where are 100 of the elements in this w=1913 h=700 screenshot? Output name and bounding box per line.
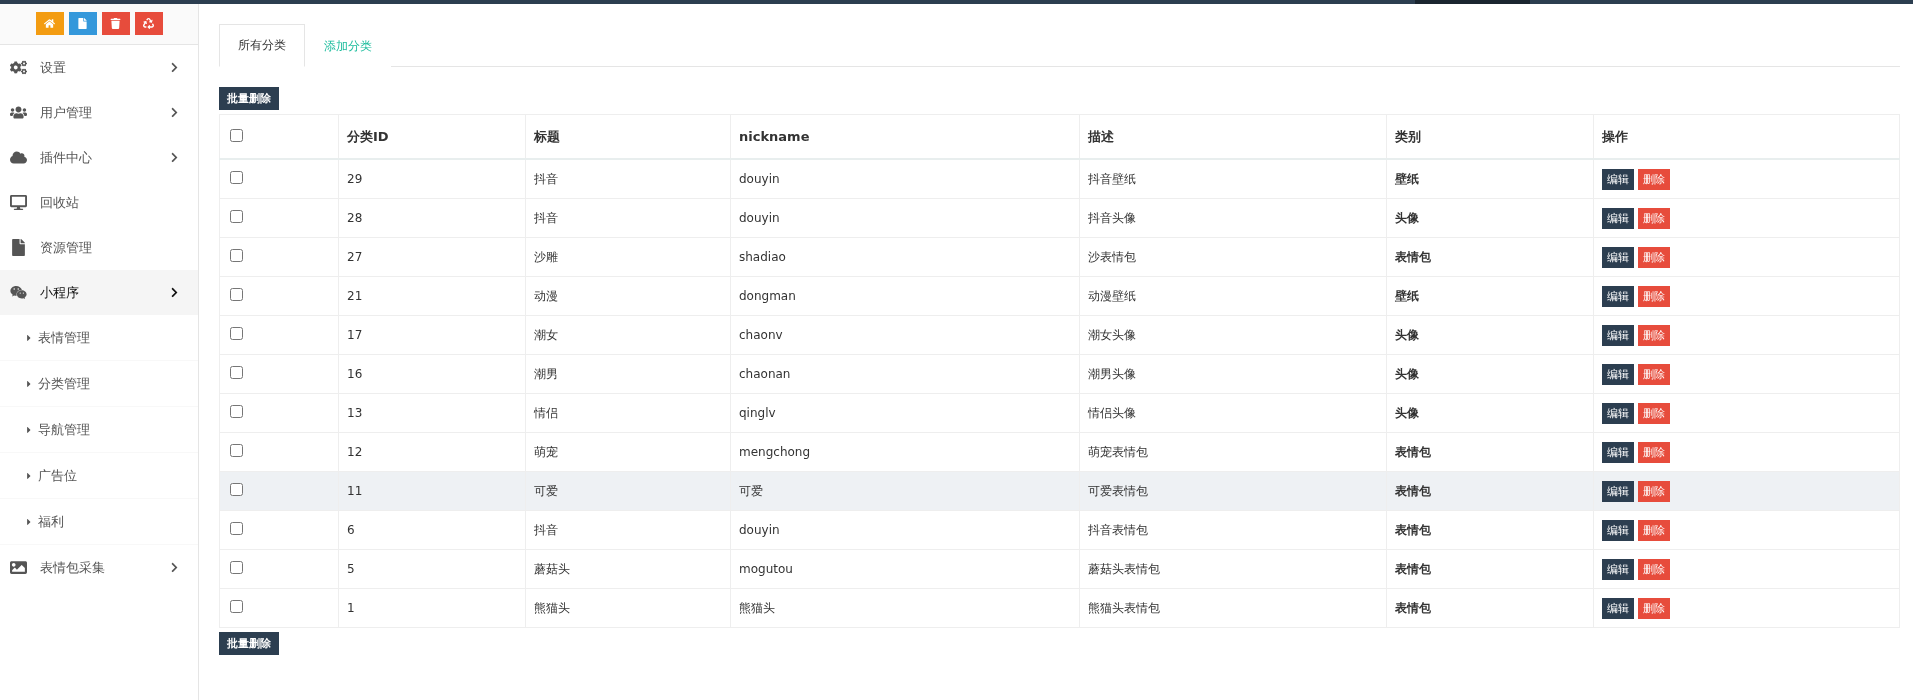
row-checkbox[interactable] xyxy=(230,522,243,535)
edit-button[interactable]: 编辑 xyxy=(1602,168,1634,190)
batch-delete-button[interactable]: 批量删除 xyxy=(219,87,279,110)
edit-button[interactable]: 编辑 xyxy=(1602,558,1634,580)
table-cell: 萌宠 xyxy=(525,432,731,472)
file-icon xyxy=(10,239,27,256)
table-cell: 抖音表情包 xyxy=(1079,510,1387,550)
delete-button[interactable]: 删除 xyxy=(1638,597,1670,619)
table-cell: 表情包 xyxy=(1386,432,1594,472)
delete-button[interactable]: 删除 xyxy=(1638,480,1670,502)
table-cell: 1 xyxy=(338,588,526,628)
row-checkbox[interactable] xyxy=(230,171,243,184)
delete-button[interactable]: 删除 xyxy=(1638,441,1670,463)
table-cell: 27 xyxy=(338,237,526,277)
table-cell: 5 xyxy=(338,549,526,589)
edit-button[interactable]: 编辑 xyxy=(1602,246,1634,268)
table-cell: 17 xyxy=(338,315,526,355)
select-all-checkbox[interactable] xyxy=(230,128,243,142)
edit-button[interactable]: 编辑 xyxy=(1602,285,1634,307)
delete-button[interactable]: 删除 xyxy=(1638,168,1670,190)
table-cell: 表情包 xyxy=(1386,588,1594,628)
table-cell: 可爱 xyxy=(525,471,731,511)
submenu-item[interactable]: 广告位 xyxy=(0,453,198,499)
row-checkbox[interactable] xyxy=(230,444,243,457)
table-cell: 表情包 xyxy=(1386,237,1594,277)
tab[interactable]: 所有分类 xyxy=(219,24,305,67)
table-cell: 头像 xyxy=(1386,315,1594,355)
table-cell: 壁纸 xyxy=(1386,276,1594,316)
edit-button[interactable]: 编辑 xyxy=(1602,207,1634,229)
table-cell: 13 xyxy=(338,393,526,433)
row-checkbox[interactable] xyxy=(230,483,243,496)
shortcut-button[interactable] xyxy=(134,12,163,35)
table-cell: shadiao xyxy=(730,237,1080,277)
table-cell: 蘑菇头表情包 xyxy=(1079,549,1387,589)
delete-button[interactable]: 删除 xyxy=(1638,402,1670,424)
row-checkbox[interactable] xyxy=(230,249,243,262)
table-cell: 12 xyxy=(338,432,526,472)
table-cell: 11 xyxy=(338,471,526,511)
table-cell: 熊猫头 xyxy=(525,588,731,628)
table-cell: douyin xyxy=(730,159,1080,199)
shortcut-button[interactable] xyxy=(101,12,130,35)
table-cell: 潮女头像 xyxy=(1079,315,1387,355)
table-cell: 抖音壁纸 xyxy=(1079,159,1387,199)
table-cell: 沙表情包 xyxy=(1079,237,1387,277)
row-checkbox[interactable] xyxy=(230,210,243,223)
table-cell: douyin xyxy=(730,510,1080,550)
submenu-item[interactable]: 导航管理 xyxy=(0,407,198,453)
submenu-label: 导航管理 xyxy=(38,420,90,439)
home-icon xyxy=(44,18,55,29)
table-cell: 蘑菇头 xyxy=(525,549,731,589)
delete-button[interactable]: 删除 xyxy=(1638,558,1670,580)
table-cell: 6 xyxy=(338,510,526,550)
edit-button[interactable]: 编辑 xyxy=(1602,480,1634,502)
table-cell: 熊猫头表情包 xyxy=(1079,588,1387,628)
submenu-item[interactable]: 分类管理 xyxy=(0,361,198,407)
chat-bubbles-icon xyxy=(10,284,27,301)
row-checkbox[interactable] xyxy=(230,561,243,574)
table-cell: 抖音 xyxy=(525,510,731,550)
delete-button[interactable]: 删除 xyxy=(1638,363,1670,385)
shortcut-button[interactable] xyxy=(68,12,97,35)
table-cell: 头像 xyxy=(1386,354,1594,394)
table-cell: 抖音 xyxy=(525,198,731,238)
table-cell: 熊猫头 xyxy=(730,588,1080,628)
delete-button[interactable]: 删除 xyxy=(1638,285,1670,307)
edit-button[interactable]: 编辑 xyxy=(1602,402,1634,424)
row-checkbox[interactable] xyxy=(230,288,243,301)
file-icon xyxy=(77,18,88,29)
delete-button[interactable]: 删除 xyxy=(1638,519,1670,541)
table-cell: 潮男头像 xyxy=(1079,354,1387,394)
delete-button[interactable]: 删除 xyxy=(1638,324,1670,346)
recycle-icon xyxy=(143,18,154,29)
table-cell: 壁纸 xyxy=(1386,159,1594,199)
monitor-icon xyxy=(10,194,27,211)
row-checkbox[interactable] xyxy=(230,600,243,613)
table-cell: 16 xyxy=(338,354,526,394)
submenu-label: 福利 xyxy=(38,512,64,531)
row-checkbox[interactable] xyxy=(230,327,243,340)
delete-button[interactable]: 删除 xyxy=(1638,207,1670,229)
table-cell: 表情包 xyxy=(1386,471,1594,511)
delete-button[interactable]: 删除 xyxy=(1638,246,1670,268)
edit-button[interactable]: 编辑 xyxy=(1602,363,1634,385)
row-checkbox[interactable] xyxy=(230,366,243,379)
row-checkbox[interactable] xyxy=(230,405,243,418)
table-cell: 潮女 xyxy=(525,315,731,355)
cloud-icon xyxy=(10,149,27,166)
table-cell: mogutou xyxy=(730,549,1080,589)
table-cell: 表情包 xyxy=(1386,549,1594,589)
table-cell: 抖音头像 xyxy=(1079,198,1387,238)
table-cell: 抖音 xyxy=(525,159,731,199)
table-cell: 28 xyxy=(338,198,526,238)
edit-button[interactable]: 编辑 xyxy=(1602,324,1634,346)
table-cell: chaonv xyxy=(730,315,1080,355)
edit-button[interactable]: 编辑 xyxy=(1602,597,1634,619)
table-cell: 动漫壁纸 xyxy=(1079,276,1387,316)
batch-delete-button[interactable]: 批量删除 xyxy=(219,632,279,655)
edit-button[interactable]: 编辑 xyxy=(1602,519,1634,541)
edit-button[interactable]: 编辑 xyxy=(1602,441,1634,463)
sidebar-item[interactable]: 小程序 xyxy=(0,270,198,315)
table-cell: dongman xyxy=(730,276,1080,316)
submenu-item[interactable]: 表情管理 xyxy=(0,315,198,361)
